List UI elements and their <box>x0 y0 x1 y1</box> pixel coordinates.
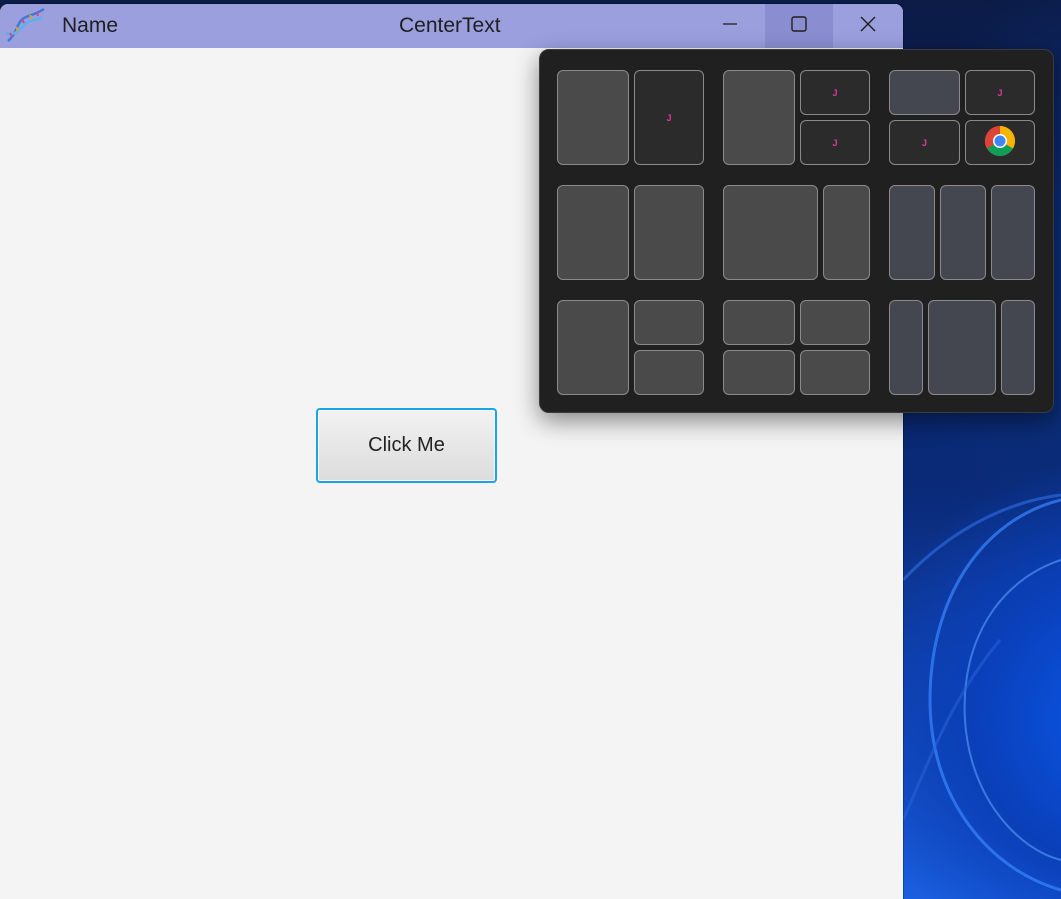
snap-zone[interactable] <box>723 300 795 345</box>
title-bar[interactable]: Name CenterText <box>0 4 903 48</box>
snap-zone-occupied[interactable]: J <box>800 70 870 115</box>
java-app-icon: J <box>997 87 1003 98</box>
close-icon <box>859 15 877 37</box>
snap-layouts-flyout: J J J J J <box>539 49 1054 413</box>
snap-zone[interactable] <box>557 185 629 280</box>
java-app-icon: J <box>832 137 838 148</box>
minimize-button[interactable] <box>696 4 764 48</box>
snap-zone[interactable] <box>634 185 704 280</box>
java-app-icon: J <box>832 87 838 98</box>
maximize-button[interactable] <box>765 4 833 48</box>
java-app-icon: J <box>921 137 927 148</box>
window-name-label: Name <box>62 14 119 37</box>
minimize-icon <box>722 16 738 36</box>
snap-zone[interactable] <box>723 185 818 280</box>
maximize-icon <box>790 15 808 37</box>
dna-helix-icon <box>4 7 46 45</box>
snap-zone-occupied[interactable] <box>965 120 1035 165</box>
snap-zone[interactable] <box>800 300 870 345</box>
chrome-icon <box>984 125 1016 161</box>
snap-zone[interactable] <box>723 350 795 395</box>
snap-zone[interactable] <box>889 70 960 115</box>
snap-zone[interactable] <box>723 70 795 165</box>
java-app-icon: J <box>666 112 672 123</box>
snap-zone[interactable] <box>557 70 629 165</box>
snap-zone[interactable] <box>991 185 1035 280</box>
snap-zone[interactable] <box>1001 300 1035 395</box>
snap-zone[interactable] <box>823 185 870 280</box>
snap-zone[interactable] <box>557 300 629 395</box>
snap-zone[interactable] <box>928 300 996 395</box>
snap-zone-occupied[interactable]: J <box>965 70 1035 115</box>
snap-zone[interactable] <box>889 300 923 395</box>
snap-zone[interactable] <box>634 300 704 345</box>
snap-zone[interactable] <box>889 185 935 280</box>
snap-zone[interactable] <box>800 350 870 395</box>
snap-zone-occupied[interactable]: J <box>889 120 960 165</box>
snap-zone[interactable] <box>940 185 986 280</box>
window-title: CenterText <box>399 14 501 37</box>
click-me-button[interactable]: Click Me <box>316 408 497 483</box>
snap-zone[interactable] <box>634 350 704 395</box>
snap-zone-occupied[interactable]: J <box>800 120 870 165</box>
snap-zone-occupied[interactable]: J <box>634 70 704 165</box>
close-button[interactable] <box>834 4 902 48</box>
